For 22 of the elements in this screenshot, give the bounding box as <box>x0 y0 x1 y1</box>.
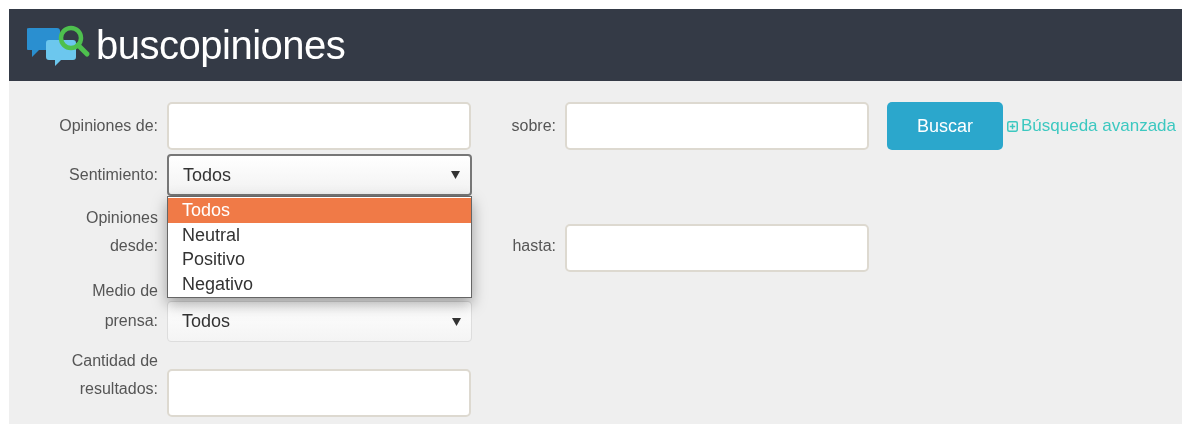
dropdown-value: Todos <box>183 163 232 187</box>
dropdown-value: Todos <box>182 310 231 333</box>
field-label: Medio de prensa: <box>91 281 158 331</box>
text-input[interactable] <box>565 224 869 272</box>
text-input[interactable] <box>167 102 471 150</box>
dropdown-select[interactable]: Todos <box>167 154 472 196</box>
caret-icon <box>452 317 461 326</box>
dropdown-select[interactable]: Todos <box>167 301 472 342</box>
field-label: Opiniones de: <box>59 116 158 136</box>
plus-box-icon <box>1007 120 1018 132</box>
field-label: hasta: <box>512 236 556 256</box>
logo-text: buscopiniones <box>96 25 346 65</box>
field-label: Sentimiento: <box>69 165 158 185</box>
field-label: Cantidad de resultados: <box>70 351 158 399</box>
dropdown-option[interactable]: Positivo <box>168 247 471 272</box>
dropdown-option[interactable]: Negativo <box>168 271 471 296</box>
dropdown-option[interactable]: Neutral <box>168 222 471 247</box>
field-label: sobre: <box>511 116 556 136</box>
field-label: Opiniones desde: <box>84 208 158 256</box>
text-input[interactable] <box>565 102 869 150</box>
caret-icon <box>451 171 460 179</box>
text-input[interactable] <box>167 369 471 417</box>
